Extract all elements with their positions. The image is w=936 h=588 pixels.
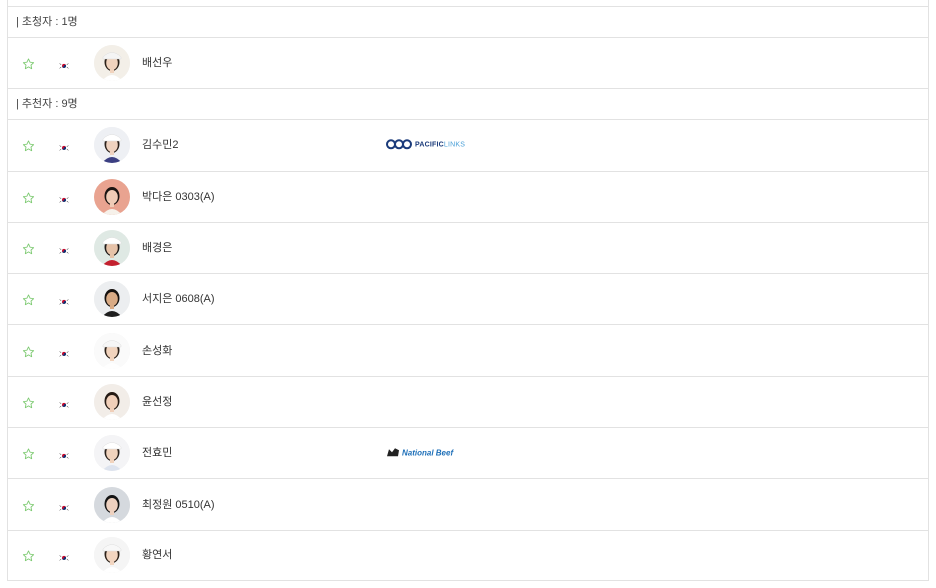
- sponsor-name: National Beef: [402, 448, 454, 458]
- player-name[interactable]: 황연서: [142, 547, 172, 563]
- player-name[interactable]: 김수민2: [142, 137, 178, 153]
- favorite-star-icon[interactable]: [22, 550, 35, 563]
- korea-flag-icon: [58, 140, 70, 153]
- favorite-star-icon[interactable]: [22, 448, 35, 461]
- player-avatar[interactable]: [94, 230, 130, 267]
- favorite-star-icon[interactable]: [22, 191, 35, 204]
- player-avatar[interactable]: [94, 281, 130, 318]
- player-row: 손성화: [8, 324, 928, 375]
- player-avatar[interactable]: [94, 127, 130, 164]
- korea-flag-icon: [58, 345, 70, 358]
- player-avatar[interactable]: [94, 383, 130, 420]
- korea-flag-icon: [58, 294, 70, 307]
- player-avatar[interactable]: [94, 537, 130, 574]
- player-row: 황연서: [8, 529, 928, 581]
- section-header: | 추천자 : 9명: [8, 88, 928, 120]
- favorite-star-icon[interactable]: [22, 499, 35, 512]
- player-avatar[interactable]: [94, 332, 130, 369]
- korea-flag-icon: [58, 242, 70, 255]
- player-name[interactable]: 배선우: [142, 54, 172, 70]
- pacific-links-logo-icon: [386, 139, 412, 150]
- korea-flag-icon: [58, 191, 70, 204]
- player-list: | 초청자 : 1명 배선우 | 추천자 : 9명 김수민2 PACIFICLI…: [7, 6, 929, 581]
- player-avatar[interactable]: [94, 45, 130, 82]
- player-name[interactable]: 전효민: [142, 444, 172, 460]
- sponsor-logo: National Beef: [386, 446, 453, 460]
- korea-flag-icon: [58, 448, 70, 461]
- sponsor-logo: PACIFICLINKS: [386, 138, 465, 152]
- player-avatar[interactable]: [94, 435, 130, 472]
- favorite-star-icon[interactable]: [22, 396, 35, 409]
- player-row: 최정원 0510(A): [8, 478, 928, 529]
- korea-flag-icon: [58, 499, 70, 512]
- favorite-star-icon[interactable]: [22, 58, 35, 71]
- player-name[interactable]: 배경은: [142, 239, 172, 255]
- national-beef-logo-icon: [387, 448, 399, 457]
- player-row: 윤선정: [8, 375, 928, 427]
- player-row: 전효민 National Beef: [8, 427, 928, 478]
- sponsor-name: PACIFICLINKS: [415, 141, 466, 149]
- favorite-star-icon[interactable]: [22, 294, 35, 307]
- player-avatar[interactable]: [94, 178, 130, 215]
- player-avatar[interactable]: [94, 486, 130, 523]
- korea-flag-icon: [58, 58, 70, 71]
- player-row: 박다은 0303(A): [8, 170, 928, 222]
- player-row: 배선우: [8, 37, 928, 88]
- favorite-star-icon[interactable]: [22, 345, 35, 358]
- korea-flag-icon: [58, 550, 70, 563]
- player-name[interactable]: 윤선정: [142, 393, 172, 409]
- player-name[interactable]: 손성화: [142, 342, 172, 358]
- player-name[interactable]: 서지은 0608(A): [142, 291, 215, 307]
- player-name[interactable]: 최정원 0510(A): [142, 496, 215, 512]
- player-row: 서지은 0608(A): [8, 273, 928, 324]
- favorite-star-icon[interactable]: [22, 140, 35, 153]
- section-header: | 초청자 : 1명: [8, 6, 928, 37]
- player-row: 김수민2 PACIFICLINKS: [8, 119, 928, 170]
- favorite-star-icon[interactable]: [22, 243, 35, 256]
- korea-flag-icon: [58, 396, 70, 409]
- player-name[interactable]: 박다은 0303(A): [142, 188, 215, 204]
- player-row: 배경은: [8, 221, 928, 273]
